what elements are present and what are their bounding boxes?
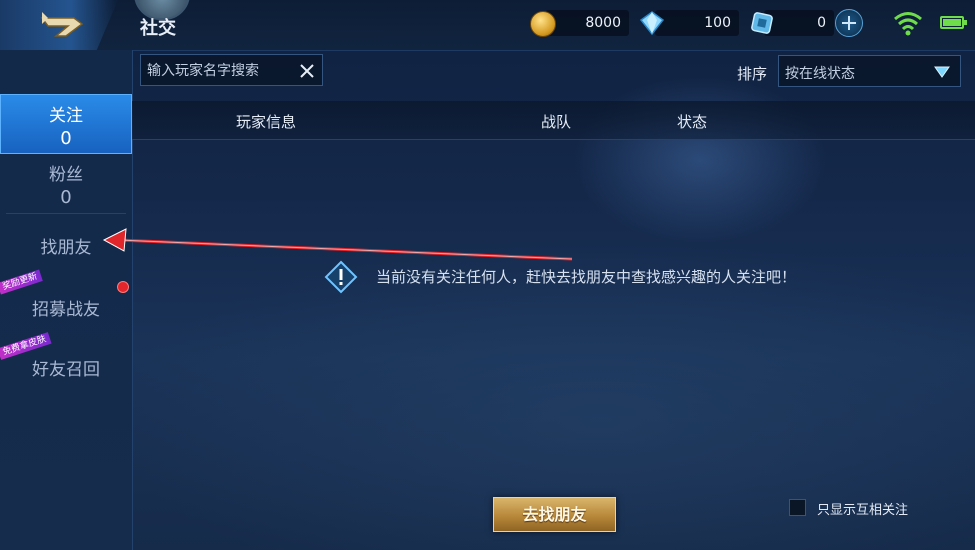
- diamond-icon: [639, 11, 665, 36]
- sidebar-item-label: 粉丝: [49, 165, 83, 185]
- gold-value: 8000: [585, 15, 621, 31]
- diamond-balance: 100: [655, 10, 739, 36]
- table-header: 玩家信息 战队 状态: [132, 101, 975, 140]
- diamond-value: 100: [704, 15, 731, 31]
- back-arrow-icon: [40, 12, 84, 37]
- info-icon: [324, 260, 358, 294]
- sidebar-item-recall[interactable]: 好友召回: [0, 355, 132, 380]
- sidebar-item-label: 找朋友: [40, 238, 92, 258]
- close-icon[interactable]: [299, 63, 315, 79]
- gold-coin-icon: [530, 11, 556, 37]
- voucher-value: 0: [817, 15, 826, 31]
- column-team: 战队: [541, 113, 572, 131]
- sort-label: 排序: [737, 65, 768, 83]
- sidebar: 关注 0 粉丝 0 找朋友 招募战友 奖励更新 好友召回 免费拿皮肤: [0, 50, 133, 550]
- battery-icon: [940, 16, 967, 29]
- sidebar-item-label: 关注: [49, 106, 83, 126]
- voucher-icon: [751, 12, 773, 34]
- find-friends-button[interactable]: 去找朋友: [493, 497, 616, 532]
- top-bar: 社交 8000 100 0: [0, 0, 975, 51]
- sidebar-item-followers[interactable]: 粉丝 0: [0, 160, 132, 212]
- sort-selected-value: 按在线状态: [785, 66, 855, 82]
- sidebar-item-following[interactable]: 关注 0: [0, 94, 132, 154]
- sidebar-item-find-friends[interactable]: 找朋友: [0, 233, 132, 258]
- mutual-follow-checkbox[interactable]: [789, 499, 806, 516]
- notification-dot: [117, 281, 129, 293]
- following-count: 0: [60, 128, 72, 149]
- reward-update-ribbon: 奖励更新: [0, 269, 43, 295]
- wifi-icon: [894, 12, 922, 36]
- gold-balance: 8000: [545, 10, 629, 36]
- search-box: [140, 54, 323, 86]
- sidebar-item-recruit[interactable]: 招募战友: [0, 295, 132, 320]
- chevron-down-icon: [934, 66, 950, 78]
- back-button[interactable]: [0, 0, 118, 50]
- sidebar-item-label: 招募战友: [32, 300, 100, 320]
- add-currency-button[interactable]: [835, 9, 863, 37]
- search-input[interactable]: [145, 59, 294, 83]
- divider: [6, 213, 126, 214]
- sort-dropdown[interactable]: 按在线状态: [778, 55, 961, 87]
- mutual-follow-label: 只显示互相关注: [817, 503, 909, 518]
- sidebar-item-label: 好友召回: [32, 360, 100, 380]
- column-player-info: 玩家信息: [236, 113, 297, 131]
- column-status: 状态: [677, 113, 708, 131]
- page-title: 社交: [140, 18, 176, 39]
- empty-state-message: 当前没有关注任何人，赶快去找朋友中查找感兴趣的人关注吧！: [376, 268, 797, 286]
- followers-count: 0: [60, 187, 72, 208]
